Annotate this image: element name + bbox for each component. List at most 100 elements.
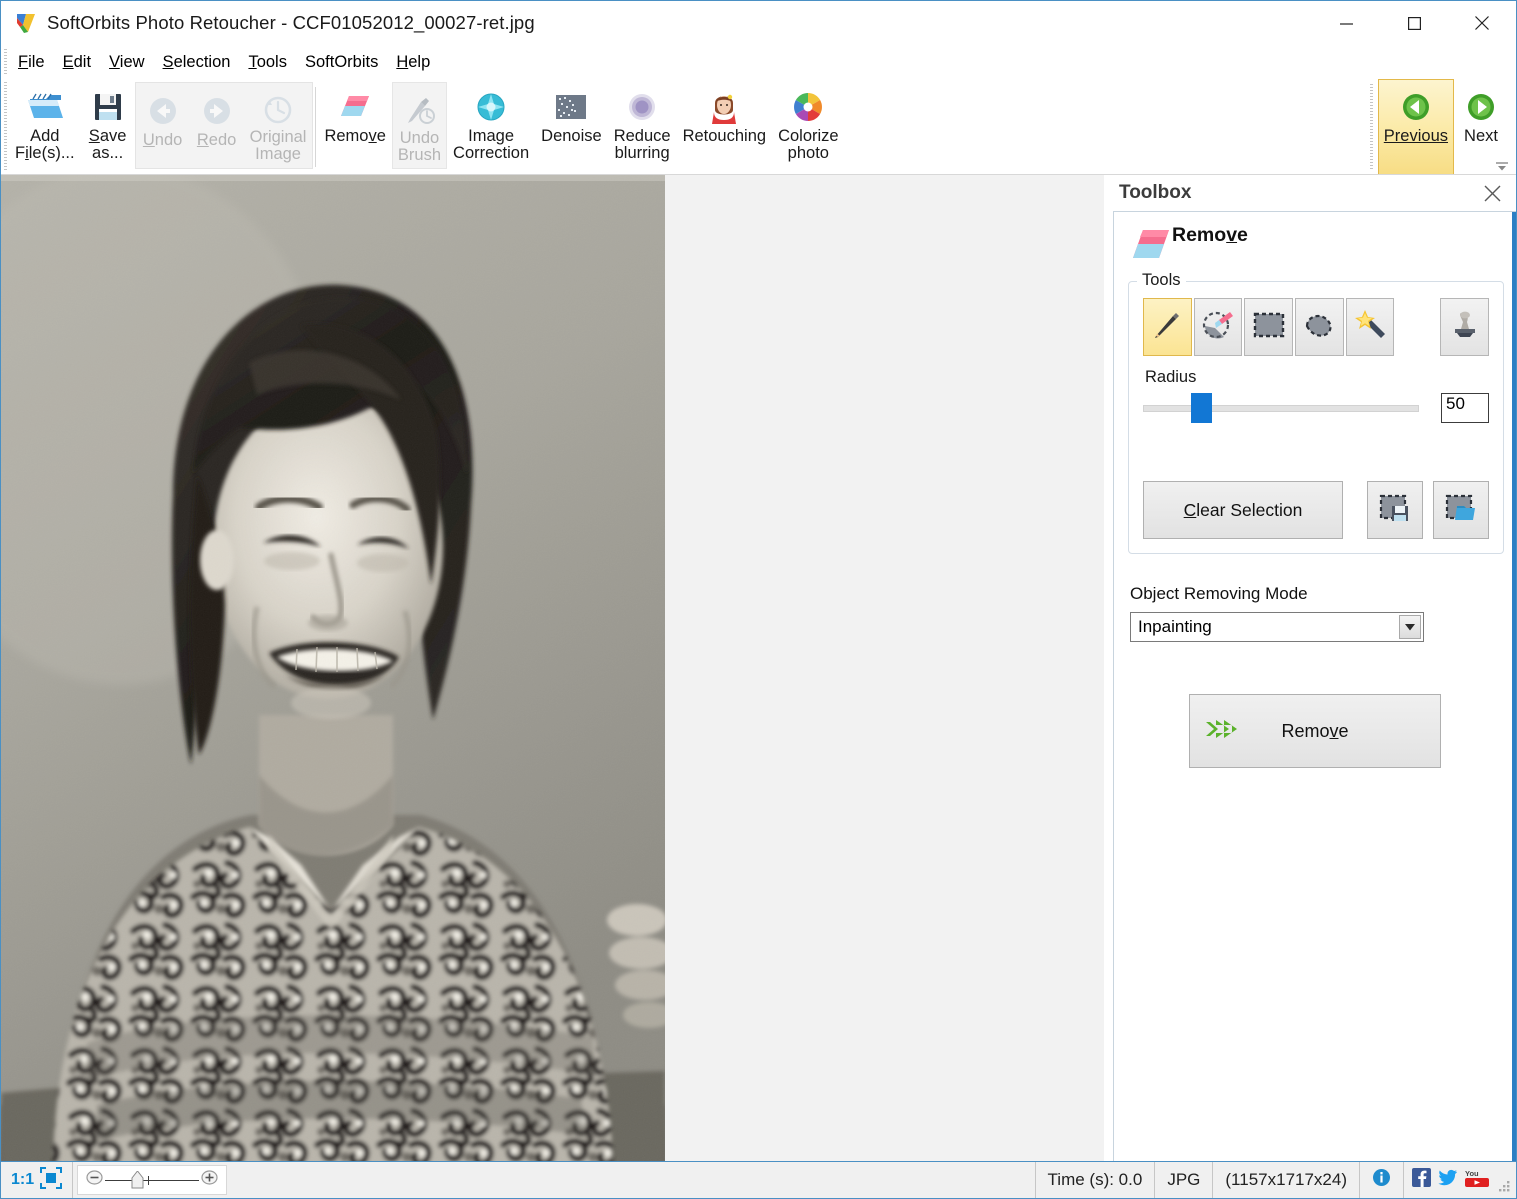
brush-clock-icon <box>402 91 436 128</box>
fit-to-window-icon <box>40 1166 63 1194</box>
twitter-icon[interactable] <box>1438 1168 1458 1192</box>
ribbon-expand-chevron-icon[interactable] <box>1494 159 1510 173</box>
resize-grip-icon[interactable] <box>1497 1179 1513 1195</box>
ribbon-remove-button[interactable]: Remove <box>318 79 391 175</box>
object-removing-mode-value: Inpainting <box>1138 617 1212 636</box>
object-removing-mode-label: Object Removing Mode <box>1130 584 1308 603</box>
menu-softorbits[interactable]: SoftOrbits <box>296 51 387 74</box>
ribbon-reduce-blurring-button[interactable]: Reduce blurring <box>608 79 677 175</box>
ribbon-undo-button[interactable]: Undo <box>136 83 190 168</box>
ribbon-add-files-button[interactable]: Add File(s)... <box>9 79 81 175</box>
selection-io-buttons <box>1357 481 1489 539</box>
ribbon-undo-brush-button[interactable]: Undo Brush <box>391 82 448 169</box>
save-selection-button[interactable] <box>1367 481 1423 539</box>
ribbon-previous-button[interactable]: Previous <box>1377 79 1454 175</box>
ribbon-add-files-label: Add File(s)... <box>15 127 75 162</box>
color-wheel-icon <box>791 88 825 126</box>
tool-lasso-button[interactable] <box>1294 298 1344 356</box>
floppy-disk-icon <box>91 88 125 126</box>
radius-slider-track <box>1143 404 1419 412</box>
radius-slider[interactable] <box>1143 393 1419 423</box>
portrait-photograph <box>1 175 665 1161</box>
ribbon-original-image-label: Original Image <box>249 128 307 164</box>
close-icon[interactable] <box>1480 181 1504 205</box>
stamp-icon <box>1449 309 1481 346</box>
load-selection-button[interactable] <box>1433 481 1489 539</box>
rect-marquee-icon <box>1252 310 1286 345</box>
format-label: JPG <box>1155 1162 1214 1198</box>
menu-selection[interactable]: Selection <box>154 51 240 74</box>
remove-action-button[interactable]: Remove <box>1189 694 1441 768</box>
ribbon-redo-button[interactable]: Redo <box>190 83 244 168</box>
tool-magic-wand-button[interactable] <box>1345 298 1395 356</box>
green-arrow-right-icon <box>1465 88 1497 126</box>
minimize-button[interactable] <box>1312 1 1380 45</box>
tool-clone-stamp-button[interactable] <box>1440 298 1490 356</box>
zoom-slider-track[interactable] <box>105 1169 200 1188</box>
eraser-icon <box>1128 226 1174 271</box>
youtube-icon[interactable]: You <box>1465 1168 1489 1193</box>
tool-rect-select-button[interactable] <box>1244 298 1293 356</box>
chevron-down-icon[interactable] <box>1399 615 1421 639</box>
work-area: Toolbox Remove Tools Radius 50 Clear Sel… <box>1 175 1516 1161</box>
application-window: SoftOrbits Photo Retoucher - CCF01052012… <box>0 0 1517 1199</box>
ribbon-undo-label: Undo <box>142 131 183 149</box>
radius-slider-thumb[interactable] <box>1191 393 1213 423</box>
magic-wand-icon <box>1353 308 1387 347</box>
ribbon-original-image-button[interactable]: Original Image <box>244 83 313 168</box>
photo-canvas[interactable] <box>1 175 665 1161</box>
tool-pencil-button[interactable] <box>1143 298 1192 356</box>
ribbon-save-as-button[interactable]: Save as... <box>81 79 135 175</box>
menu-edit[interactable]: Edit <box>54 51 100 74</box>
info-icon <box>1372 1168 1391 1192</box>
clear-selection-button[interactable]: Clear Selection <box>1143 481 1343 539</box>
zoom-ratio-label[interactable]: 1:1 <box>1 1162 40 1198</box>
ribbon-retouching-button[interactable]: Retouching <box>677 79 772 175</box>
selection-actions-row: Clear Selection <box>1143 481 1489 539</box>
tool-eraser-button[interactable] <box>1193 298 1243 356</box>
softorbits-logo-icon <box>15 12 37 34</box>
blur-circle-icon <box>625 88 659 126</box>
toolbox-header: Toolbox <box>1105 175 1516 211</box>
ribbon-reduce-blurring-label: Reduce blurring <box>613 127 671 162</box>
clock-revert-icon <box>261 92 295 127</box>
radius-input[interactable]: 50 <box>1441 393 1489 423</box>
ribbon-image-correction-button[interactable]: Image Correction <box>447 79 535 175</box>
info-button[interactable] <box>1360 1162 1404 1198</box>
maximize-button[interactable] <box>1380 1 1448 45</box>
social-links: You <box>1404 1162 1497 1198</box>
zoom-slider[interactable] <box>77 1165 228 1195</box>
open-folder-icon <box>26 88 64 126</box>
zoom-slider-thumb[interactable] <box>131 1169 144 1194</box>
menu-bar: File Edit View Selection Tools SoftOrbit… <box>1 45 1516 79</box>
facebook-icon[interactable] <box>1412 1168 1431 1192</box>
window-title: SoftOrbits Photo Retoucher - CCF01052012… <box>47 12 535 33</box>
close-button[interactable] <box>1448 1 1516 45</box>
canvas-viewport[interactable] <box>1 175 1104 1161</box>
remove-section-title: Remove <box>1172 224 1248 246</box>
ribbon-history-group: Undo Redo Original Image <box>134 82 314 169</box>
ribbon-previous-label: Previous <box>1383 127 1448 145</box>
ribbon-redo-label: Redo <box>196 131 237 149</box>
save-selection-icon <box>1378 493 1412 528</box>
ribbon-colorize-photo-button[interactable]: Colorize photo <box>772 79 845 175</box>
dimensions-label: (1157x1717x24) <box>1213 1162 1360 1198</box>
ribbon-separator <box>315 87 317 167</box>
eraser-icon <box>337 88 373 126</box>
zoom-slider-tick <box>148 1175 150 1185</box>
remove-section-header: Remove <box>1114 212 1516 258</box>
ribbon-save-as-label: Save as... <box>88 127 127 162</box>
arrow-right-circle-icon <box>200 92 234 130</box>
ribbon-denoise-label: Denoise <box>541 127 602 145</box>
menu-help[interactable]: Help <box>387 51 439 74</box>
menu-file[interactable]: File <box>9 51 54 74</box>
menu-view[interactable]: View <box>100 51 153 74</box>
ribbon-remove-label: Remove <box>324 127 386 145</box>
fit-to-window-button[interactable] <box>40 1162 74 1198</box>
zoom-out-icon[interactable] <box>86 1169 103 1191</box>
ribbon-colorize-photo-label: Colorize photo <box>778 127 839 162</box>
object-removing-mode-select[interactable]: Inpainting <box>1130 612 1424 642</box>
zoom-in-icon[interactable] <box>201 1169 218 1191</box>
ribbon-denoise-button[interactable]: Denoise <box>535 79 608 175</box>
menu-tools[interactable]: Tools <box>239 51 296 74</box>
